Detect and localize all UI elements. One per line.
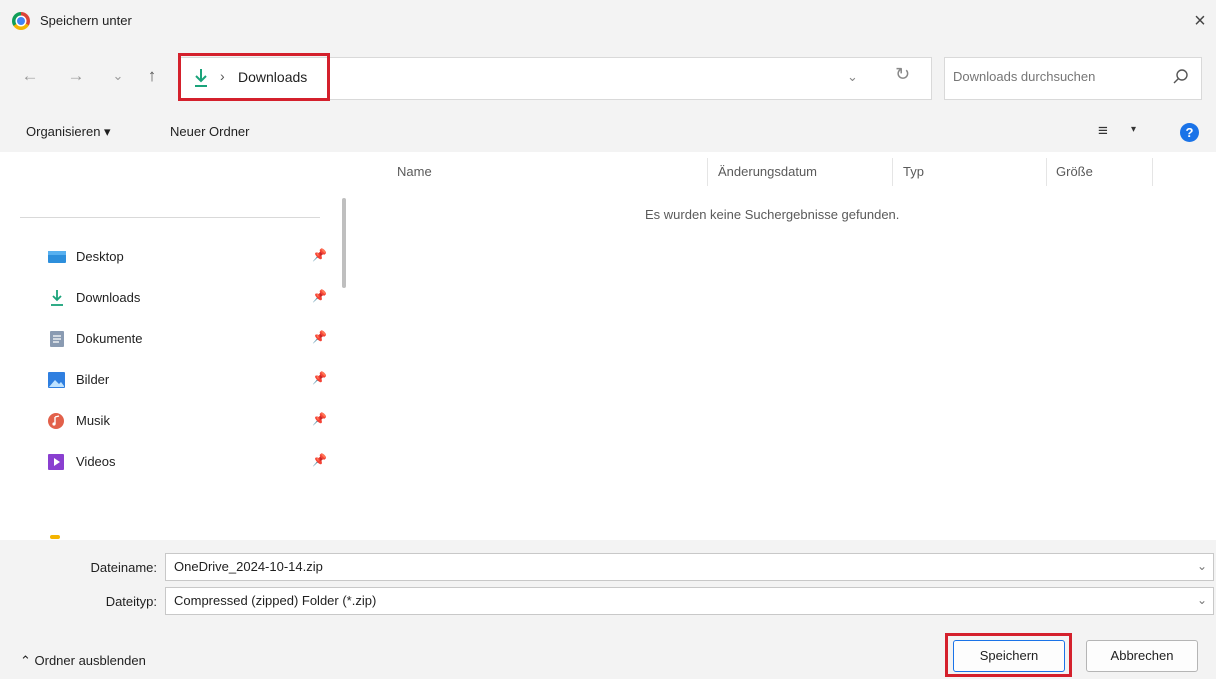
- column-header-date[interactable]: Änderungsdatum: [718, 164, 817, 179]
- organize-button[interactable]: Organisieren ▾: [26, 124, 111, 140]
- chrome-icon: [12, 12, 30, 30]
- document-icon: [50, 331, 64, 347]
- title-bar: [0, 0, 1216, 44]
- sidebar-item-label: Videos: [76, 454, 116, 469]
- pin-icon[interactable]: 📌: [312, 453, 327, 467]
- column-header-name[interactable]: Name: [397, 164, 432, 179]
- column-header-size[interactable]: Größe: [1056, 164, 1093, 179]
- sidebar-item-label: Desktop: [76, 249, 124, 264]
- help-icon[interactable]: ?: [1180, 123, 1199, 142]
- sidebar-item-label: Dokumente: [76, 331, 143, 346]
- pin-icon[interactable]: 📌: [312, 289, 327, 303]
- filename-label: Dateiname:: [90, 560, 157, 575]
- sidebar-item-label: Bilder: [76, 372, 110, 387]
- pin-icon[interactable]: 📌: [312, 371, 327, 385]
- column-divider[interactable]: [707, 158, 708, 186]
- search-placeholder: Downloads durchsuchen: [953, 69, 1096, 84]
- hide-folders-button[interactable]: ⌃ Ordner ausblenden: [20, 653, 146, 669]
- pictures-icon: [48, 372, 65, 388]
- cancel-button[interactable]: Abbrechen: [1086, 640, 1198, 672]
- sidebar-item-music[interactable]: Musik 📌: [48, 410, 338, 434]
- sidebar-more-indicator: [50, 535, 60, 539]
- view-options-icon[interactable]: ≡: [1098, 121, 1108, 141]
- new-folder-button[interactable]: Neuer Ordner: [170, 124, 249, 139]
- sidebar-item-downloads[interactable]: Downloads 📌: [48, 287, 338, 311]
- chevron-down-icon[interactable]: ⌄: [1197, 559, 1207, 573]
- sidebar-item-desktop[interactable]: Desktop 📌: [48, 246, 338, 270]
- sidebar-divider: [20, 217, 320, 218]
- filename-field[interactable]: OneDrive_2024-10-14.zip ⌄: [165, 553, 1214, 581]
- filename-value: OneDrive_2024-10-14.zip: [174, 559, 323, 574]
- search-icon[interactable]: [1172, 68, 1190, 86]
- sidebar-item-label: Musik: [76, 413, 110, 428]
- save-button[interactable]: Speichern: [953, 640, 1065, 672]
- desktop-icon: [48, 251, 66, 263]
- filetype-label: Dateityp:: [105, 594, 157, 609]
- address-highlight-box: [178, 53, 330, 101]
- refresh-icon[interactable]: ↻: [895, 64, 910, 85]
- pin-icon[interactable]: 📌: [312, 248, 327, 262]
- recent-locations-icon[interactable]: ⌄: [106, 64, 130, 88]
- address-dropdown-icon[interactable]: ⌄: [847, 69, 858, 85]
- filetype-select[interactable]: Compressed (zipped) Folder (*.zip) ⌄: [165, 587, 1214, 615]
- column-divider[interactable]: [1152, 158, 1153, 186]
- window-title: Speichern unter: [40, 13, 132, 28]
- sidebar-item-documents[interactable]: Dokumente 📌: [48, 328, 338, 352]
- column-divider[interactable]: [1046, 158, 1047, 186]
- close-icon[interactable]: ×: [1186, 6, 1214, 36]
- sidebar-item-videos[interactable]: Videos 📌: [48, 451, 338, 475]
- sidebar-scrollbar[interactable]: [342, 198, 346, 288]
- sidebar-item-pictures[interactable]: Bilder 📌: [48, 369, 338, 393]
- empty-message: Es wurden keine Suchergebnisse gefunden.: [645, 207, 900, 222]
- pin-icon[interactable]: 📌: [312, 330, 327, 344]
- filetype-value: Compressed (zipped) Folder (*.zip): [174, 593, 377, 608]
- pin-icon[interactable]: 📌: [312, 412, 327, 426]
- videos-icon: [48, 454, 64, 470]
- column-header-type[interactable]: Typ: [903, 164, 924, 179]
- music-icon: [48, 413, 64, 429]
- forward-icon[interactable]: →: [64, 64, 88, 88]
- back-icon[interactable]: ←: [18, 64, 42, 88]
- download-icon: [51, 290, 63, 306]
- up-icon[interactable]: ↑: [140, 64, 164, 88]
- sidebar-item-label: Downloads: [76, 290, 141, 305]
- view-dropdown-icon[interactable]: ▾: [1131, 124, 1136, 135]
- column-divider[interactable]: [892, 158, 893, 186]
- chevron-down-icon[interactable]: ⌄: [1197, 593, 1207, 607]
